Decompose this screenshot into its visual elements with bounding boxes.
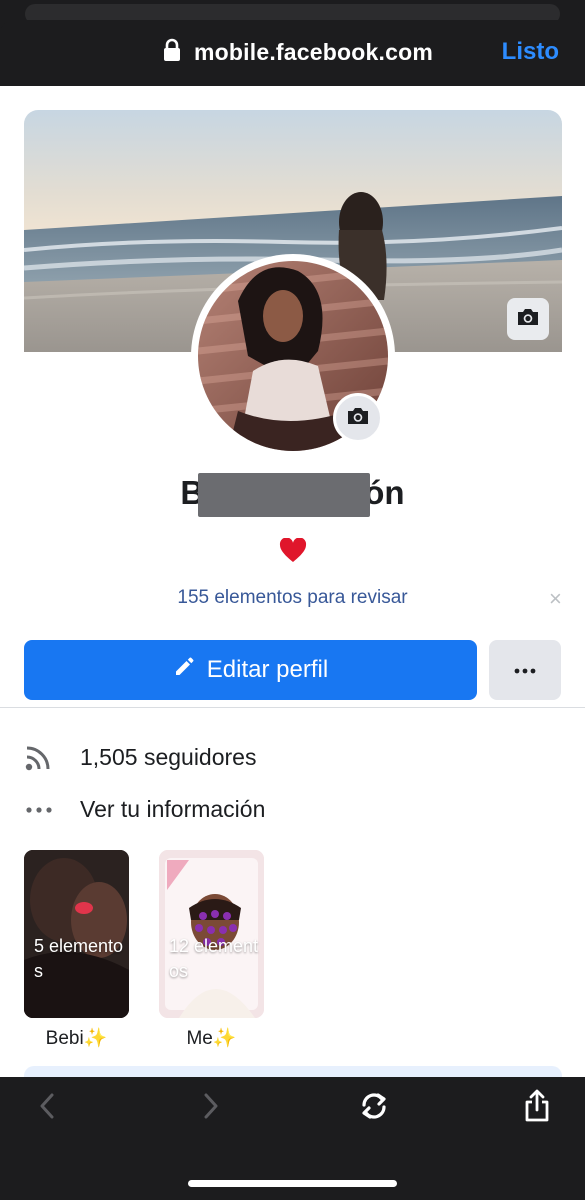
see-info-row[interactable]: Ver tu información [24,796,265,823]
cover-camera-button[interactable] [507,298,549,340]
address-field[interactable]: mobile.facebook.com [162,38,433,67]
forward-button[interactable] [191,1090,231,1126]
highlight-count: 12 elementos [169,936,259,981]
profile-name-end: ón [364,474,405,511]
url-text: mobile.facebook.com [194,39,433,65]
highlight-card[interactable]: 12 elementos [159,850,264,1018]
highlight-label: Bebi✨ [45,1028,108,1049]
highlight-card[interactable]: 5 elementos [24,850,129,1018]
camera-icon [516,307,540,332]
done-button[interactable]: Listo [502,38,559,66]
share-icon [523,1089,551,1128]
more-options-button[interactable]: ••• [489,640,561,700]
highlight-count: 5 elementos [34,936,124,981]
see-info-label: Ver tu información [80,796,266,822]
close-icon[interactable]: × [549,586,562,612]
pencil-icon [173,656,195,685]
share-button[interactable] [517,1089,557,1128]
avatar-camera-button[interactable] [333,393,383,443]
followers-count: 1,505 seguidores [80,743,257,770]
camera-icon [346,406,370,431]
name-redaction [198,473,370,517]
edit-profile-label: Editar perfil [206,656,329,683]
chevron-right-icon [203,1093,219,1124]
rss-icon [24,742,54,772]
more-icon [24,806,54,814]
heart-icon [279,537,306,562]
highlight-label: Me✨ [186,1028,237,1049]
review-items-link[interactable]: 155 elementos para revisar [0,587,585,609]
edit-profile-button[interactable]: Editar perfil [24,640,477,700]
followers-row[interactable]: 1,505 seguidores [24,742,256,772]
bio: ❤️ [0,537,585,569]
reload-button[interactable] [354,1090,394,1126]
section-divider [0,707,585,708]
back-button[interactable] [27,1090,67,1126]
reload-icon [358,1090,390,1127]
lock-icon [162,38,182,67]
chevron-left-icon [39,1093,55,1124]
more-icon [514,661,536,679]
home-indicator[interactable] [188,1180,397,1187]
